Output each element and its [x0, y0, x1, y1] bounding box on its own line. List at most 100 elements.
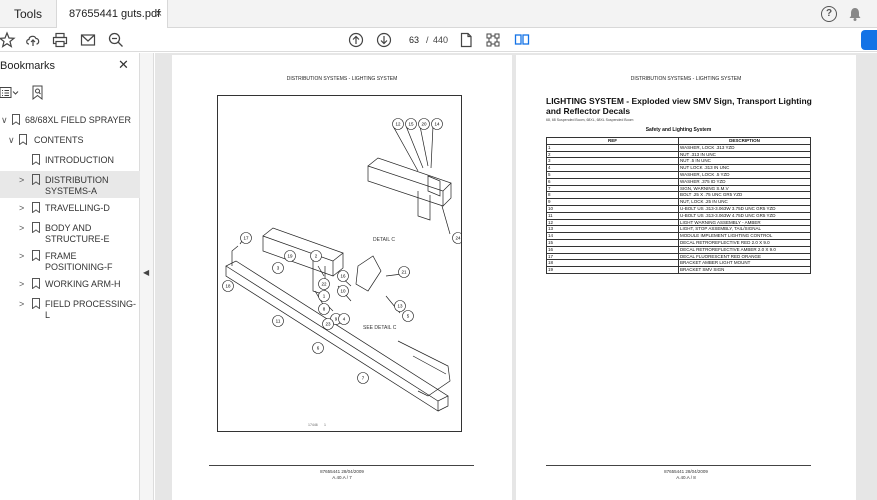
expand-icon[interactable]: > [19, 175, 24, 185]
expand-icon[interactable]: > [19, 251, 24, 261]
bookmark-icon [32, 174, 40, 185]
bookmark-search-icon[interactable] [31, 85, 45, 101]
column-header-ref: REF [546, 137, 679, 145]
description-cell: U-BOLT US .313-3.063W 3.75D UNC GR5 YZD [678, 204, 811, 213]
page-separator: / [426, 35, 429, 45]
image-index: 1 [324, 423, 326, 427]
expand-icon[interactable]: > [19, 299, 24, 309]
bookmark-item-field-processing[interactable]: > FIELD PROCESSING-L [0, 295, 140, 320]
tab-document[interactable]: 87655441 guts.pdf (... × [56, 0, 168, 48]
expand-icon[interactable]: > [19, 203, 24, 213]
callout-balloon: 17 [243, 236, 249, 241]
upload-icon[interactable] [24, 31, 42, 49]
ref-cell: 8 [546, 191, 679, 200]
bell-icon[interactable] [847, 6, 863, 22]
table-row: 13 LIGHT, STOP ASSEMBLY, TAIL/SIGNAL [546, 225, 811, 234]
description-cell: DECAL RETROREFLECTIVE RED 2.0 X 9.0 [678, 238, 811, 247]
table-row: 17 DECAL FLUORESCENT RED ORANGE [546, 252, 811, 261]
page-icon[interactable] [457, 31, 475, 49]
bookmark-item-distribution-systems[interactable]: > DISTRIBUTION SYSTEMS-A [0, 171, 140, 198]
callout-balloon: 18 [225, 284, 231, 289]
page-number-input[interactable]: 63 [403, 32, 425, 48]
total-pages: 440 [433, 35, 449, 45]
table-header-row: REF DESCRIPTION [546, 137, 811, 145]
table-row: 5 WASHER, LOCK .5 YZD [546, 170, 811, 179]
expand-icon[interactable]: > [19, 279, 24, 289]
collapse-panel-icon[interactable]: ◀ [143, 268, 149, 277]
bookmark-label: DISTRIBUTION SYSTEMS-A [45, 175, 109, 196]
bookmark-item-travelling[interactable]: > TRAVELLING-D [0, 199, 140, 219]
bookmark-item-working-arm[interactable]: > WORKING ARM-H [0, 275, 140, 295]
ref-cell: 12 [546, 218, 679, 227]
bookmark-label: WORKING ARM-H [45, 279, 121, 289]
panel-divider[interactable]: ◀ [140, 53, 154, 500]
table-row: 18 BRACKET AMBER LIGHT MOUNT [546, 259, 811, 268]
help-icon[interactable]: ? [821, 6, 837, 22]
ref-cell: 16 [546, 245, 679, 254]
bookmark-label: FIELD PROCESSING-L [45, 299, 137, 320]
bookmark-icon [32, 298, 40, 309]
pdf-page-right: DISTRIBUTION SYSTEMS - LIGHTING SYSTEM L… [516, 55, 856, 500]
mail-icon[interactable] [79, 31, 97, 49]
parts-table: REF DESCRIPTION 1 WASHER, LOCK .313 YZD 2 N… [546, 137, 811, 274]
bookmark-item-contents[interactable]: ∨ CONTENTS [0, 131, 140, 151]
bookmark-item-field-sprayer[interactable]: ∨ 68/68XL FIELD SPRAYER [0, 111, 140, 131]
description-cell: U-BOLT US .313-3.063W 4.75D UNC GR5 YZD [678, 211, 811, 220]
ref-cell: 9 [546, 198, 679, 206]
expand-icon[interactable]: > [19, 223, 24, 233]
collapse-icon[interactable]: ∨ [8, 135, 15, 146]
ref-cell: 4 [546, 164, 679, 172]
callout-balloon: 11 [276, 319, 281, 324]
callout-balloon: 14 [434, 122, 440, 127]
bookmark-label: INTRODUCTION [45, 155, 114, 165]
bookmark-icon [32, 154, 40, 165]
bookmark-label: 68/68XL FIELD SPRAYER [25, 115, 132, 125]
ref-cell: 14 [546, 232, 679, 240]
page-down-icon[interactable] [375, 31, 393, 49]
callout-balloon: 20 [421, 122, 427, 127]
page-up-icon[interactable] [347, 31, 365, 49]
options-icon[interactable] [0, 86, 19, 100]
footer-rule [209, 465, 474, 466]
tab-close-icon[interactable]: × [156, 0, 162, 28]
page-header: DISTRIBUTION SYSTEMS - LIGHTING SYSTEM [630, 76, 742, 82]
collapse-icon[interactable]: ∨ [1, 115, 8, 126]
ref-cell: 6 [546, 177, 679, 186]
bookmark-icon [12, 114, 20, 125]
close-icon[interactable]: ✕ [118, 57, 129, 73]
pdf-page-left: DISTRIBUTION SYSTEMS - LIGHTING SYSTEM D… [172, 55, 512, 500]
table-row: 19 BRACKET SMV SIGN [546, 266, 811, 274]
star-icon[interactable] [0, 31, 16, 49]
table-row: 16 DECAL RETROREFLECTIVE AMBER 2.0 X 9.0 [546, 245, 811, 254]
section-subtitle: 68, 68 Suspended Boom, 68XL, 68XL Suspen… [546, 118, 634, 122]
bookmarks-panel: Bookmarks ✕ ∨ 68/68XL FIELD SPRAYER ∨ CO… [0, 53, 140, 500]
ref-cell: 3 [546, 157, 679, 166]
print-icon[interactable] [51, 31, 69, 49]
account-button[interactable] [861, 30, 877, 50]
bookmark-icon [19, 134, 27, 145]
two-page-icon[interactable] [513, 31, 531, 49]
table-row: 9 NUT, LOCK .25 IN UNC [546, 198, 811, 206]
thumbnails-icon[interactable] [484, 31, 502, 49]
description-cell: DECAL FLUORESCENT RED ORANGE [678, 252, 811, 261]
description-cell: LIGHT WARNING ASSEMBLY - AMBER [678, 218, 811, 227]
tab-tools[interactable]: Tools [0, 0, 56, 28]
ref-cell: 2 [546, 150, 679, 159]
description-cell: WASHER, LOCK .5 YZD [678, 170, 811, 179]
bookmark-item-introduction[interactable]: INTRODUCTION [0, 151, 140, 171]
table-row: 6 WASHER .375 ID YZD [546, 177, 811, 186]
document-viewer[interactable]: DISTRIBUTION SYSTEMS - LIGHTING SYSTEM D… [155, 53, 877, 500]
column-header-description: DESCRIPTION [678, 137, 811, 145]
zoom-out-icon[interactable] [107, 31, 125, 49]
footer-page: A.40.A / 8 [676, 475, 696, 480]
callout-balloon: 22 [321, 282, 327, 287]
toolbar: 63 / 440 [0, 28, 877, 52]
table-row: 4 NUT LOCK .313 IN UNC [546, 164, 811, 172]
bookmark-label: TRAVELLING-D [45, 203, 110, 213]
ref-cell: 18 [546, 259, 679, 268]
bookmark-item-body-and-structure[interactable]: > BODY AND STRUCTURE-E [0, 219, 140, 246]
parts-table-body: 1 WASHER, LOCK .313 YZD 2 NUT .313 IN UNC 3 N… [546, 143, 811, 274]
bookmark-item-frame-positioning[interactable]: > FRAME POSITIONING-F [0, 247, 140, 274]
table-row: 12 LIGHT WARNING ASSEMBLY - AMBER [546, 218, 811, 227]
footer-page: A.40.A / 7 [332, 475, 352, 480]
